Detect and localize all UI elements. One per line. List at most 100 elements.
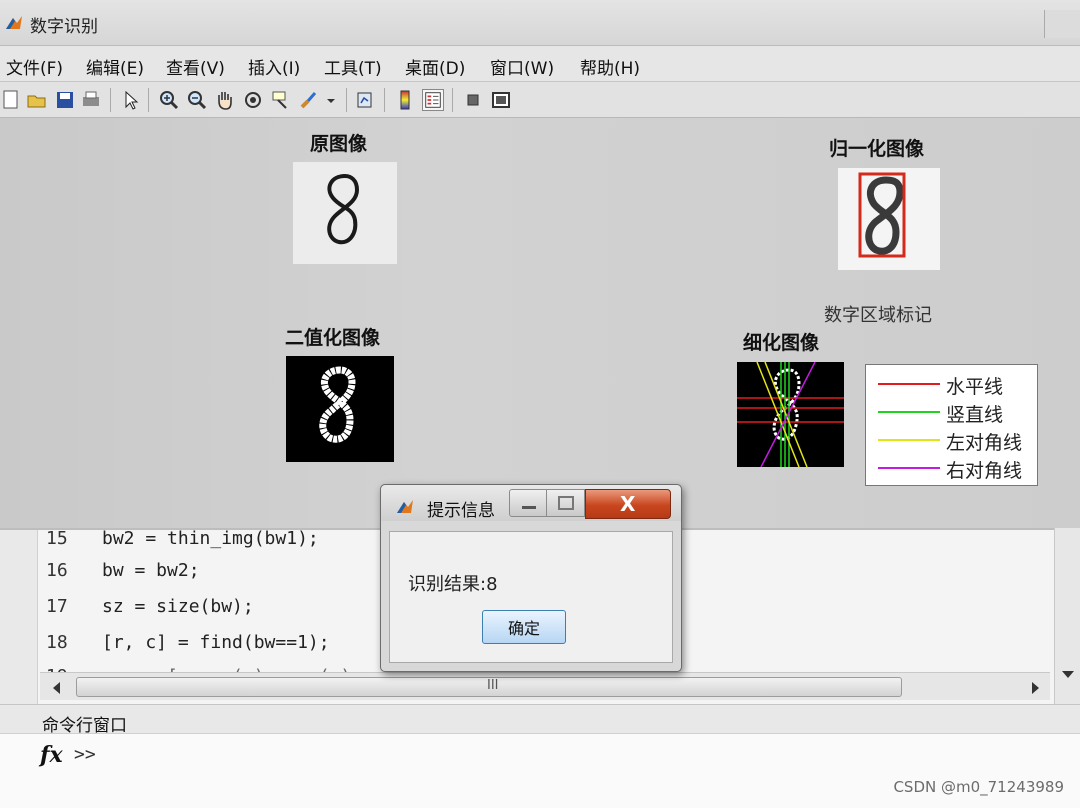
window-close-button[interactable]	[1044, 10, 1080, 38]
pan-hand-icon[interactable]	[214, 89, 236, 111]
scroll-thumb-grip: III	[487, 678, 499, 693]
command-window-header: 命令行窗口	[0, 704, 1080, 736]
data-cursor-icon[interactable]	[270, 89, 292, 111]
dialog-titlebar[interactable]: 提示信息 X	[381, 485, 681, 521]
show-plot-tools-icon[interactable]	[490, 89, 512, 111]
code-text: bw = bw2;	[102, 560, 200, 581]
dialog-body: 识别结果:8 确定	[389, 531, 673, 663]
scroll-thumb[interactable]: III	[76, 677, 902, 697]
digit-8-original-image	[327, 173, 360, 245]
ok-button[interactable]: 确定	[482, 610, 566, 644]
code-text: sz = size(bw);	[102, 596, 254, 617]
dialog-minimize-button[interactable]	[509, 489, 547, 517]
chevron-down-icon[interactable]	[324, 89, 338, 111]
toolbar-separator	[346, 88, 347, 112]
thinned-image	[737, 362, 844, 467]
command-window[interactable]: fx >>	[0, 734, 1080, 808]
digit-8-thinned-image	[737, 362, 844, 467]
legend-entry: 左对角线	[866, 425, 1037, 454]
legend-swatch	[878, 439, 940, 441]
toolbar-separator	[110, 88, 111, 112]
link-plot-icon[interactable]	[354, 89, 376, 111]
normalized-image-title: 归一化图像	[829, 138, 925, 160]
line-number: 15	[46, 528, 68, 549]
code-line[interactable]: 18 [r, c] = find(bw==1);	[46, 632, 330, 662]
editor-vertical-scrollbar[interactable]	[1054, 528, 1080, 704]
digit-region-label: 数字区域标记	[824, 305, 932, 326]
command-prompt: >>	[74, 744, 96, 765]
figure-toolbar	[0, 82, 1080, 118]
new-figure-icon[interactable]	[0, 89, 22, 111]
pointer-icon[interactable]	[120, 89, 142, 111]
minimize-icon	[522, 506, 536, 509]
command-window-title: 命令行窗口	[42, 716, 127, 736]
open-icon[interactable]	[26, 89, 48, 111]
code-line[interactable]: 15 bw2 = thin_img(bw1);	[46, 528, 319, 558]
print-icon[interactable]	[80, 89, 102, 111]
menubar: 文件(F) 编辑(E) 查看(V) 插入(I) 工具(T) 桌面(D) 窗口(W…	[0, 46, 1080, 82]
legend-label: 左对角线	[946, 432, 1023, 454]
recognition-result-message: 识别结果:8	[408, 574, 498, 595]
code-line[interactable]: 17 sz = size(bw);	[46, 596, 254, 626]
menu-window[interactable]: 窗口(W)	[490, 54, 554, 79]
line-number: 17	[46, 596, 68, 617]
legend-label: 右对角线	[946, 460, 1023, 482]
hide-plot-tools-icon[interactable]	[462, 89, 484, 111]
binary-image	[286, 356, 394, 462]
message-dialog: 提示信息 X 识别结果:8 确定	[380, 484, 682, 672]
matlab-icon	[397, 500, 413, 513]
line-number: 16	[46, 560, 68, 581]
scroll-right-arrow-icon[interactable]	[1030, 681, 1040, 695]
editor-gutter	[0, 530, 38, 706]
close-icon: X	[620, 492, 636, 516]
fx-icon[interactable]: fx	[40, 742, 63, 768]
legend-entry: 右对角线	[866, 453, 1037, 482]
menu-file[interactable]: 文件(F)	[6, 54, 63, 79]
legend-swatch	[878, 383, 940, 385]
thinned-image-title: 细化图像	[743, 332, 820, 354]
window-title: 数字识别	[30, 17, 98, 37]
scroll-down-arrow-icon[interactable]	[1061, 670, 1075, 680]
zoom-out-icon[interactable]	[186, 89, 208, 111]
code-text: bw2 = thin_img(bw1);	[102, 528, 319, 549]
toolbar-separator	[148, 88, 149, 112]
menu-edit[interactable]: 编辑(E)	[86, 54, 144, 79]
code-line[interactable]: 16 bw = bw2;	[46, 560, 200, 590]
matlab-icon	[6, 16, 22, 29]
colorbar-icon[interactable]	[394, 89, 416, 111]
code-text: [r, c] = find(bw==1);	[102, 632, 330, 653]
legend-label: 水平线	[946, 376, 1004, 398]
dialog-close-button[interactable]: X	[585, 489, 671, 519]
watermark: CSDN @m0_71243989	[893, 778, 1064, 796]
legend-label: 竖直线	[946, 404, 1004, 426]
menu-tools[interactable]: 工具(T)	[324, 54, 382, 79]
legend-swatch	[878, 411, 940, 413]
line-number: 18	[46, 632, 68, 653]
normalized-image	[838, 168, 940, 270]
legend-entry: 竖直线	[866, 397, 1037, 426]
menu-help[interactable]: 帮助(H)	[580, 54, 640, 79]
digit-8-normalized-image	[858, 172, 906, 258]
original-image-title: 原图像	[310, 133, 368, 155]
screen: 数字识别 文件(F) 编辑(E) 查看(V) 插入(I) 工具(T) 桌面(D)…	[0, 0, 1080, 808]
original-image	[293, 162, 397, 264]
menu-view[interactable]: 查看(V)	[166, 54, 225, 79]
legend-swatch	[878, 467, 940, 469]
dialog-maximize-button[interactable]	[547, 489, 585, 517]
brush-icon[interactable]	[298, 89, 320, 111]
digit-8-binary-image	[319, 366, 356, 443]
editor-horizontal-scrollbar[interactable]: III	[40, 672, 1050, 700]
menu-insert[interactable]: 插入(I)	[248, 54, 300, 79]
rotate-3d-icon[interactable]	[242, 89, 264, 111]
toolbar-separator	[384, 88, 385, 112]
zoom-in-icon[interactable]	[158, 89, 180, 111]
scroll-left-arrow-icon[interactable]	[52, 681, 62, 695]
legend: 水平线 竖直线 左对角线 右对角线	[865, 364, 1038, 486]
legend-entry: 水平线	[866, 369, 1037, 398]
dialog-title: 提示信息	[427, 501, 495, 521]
save-icon[interactable]	[54, 89, 76, 111]
menu-desktop[interactable]: 桌面(D)	[405, 54, 465, 79]
binary-image-title: 二值化图像	[285, 327, 381, 349]
figure-titlebar: 数字识别	[0, 0, 1080, 46]
legend-icon[interactable]	[422, 89, 444, 111]
